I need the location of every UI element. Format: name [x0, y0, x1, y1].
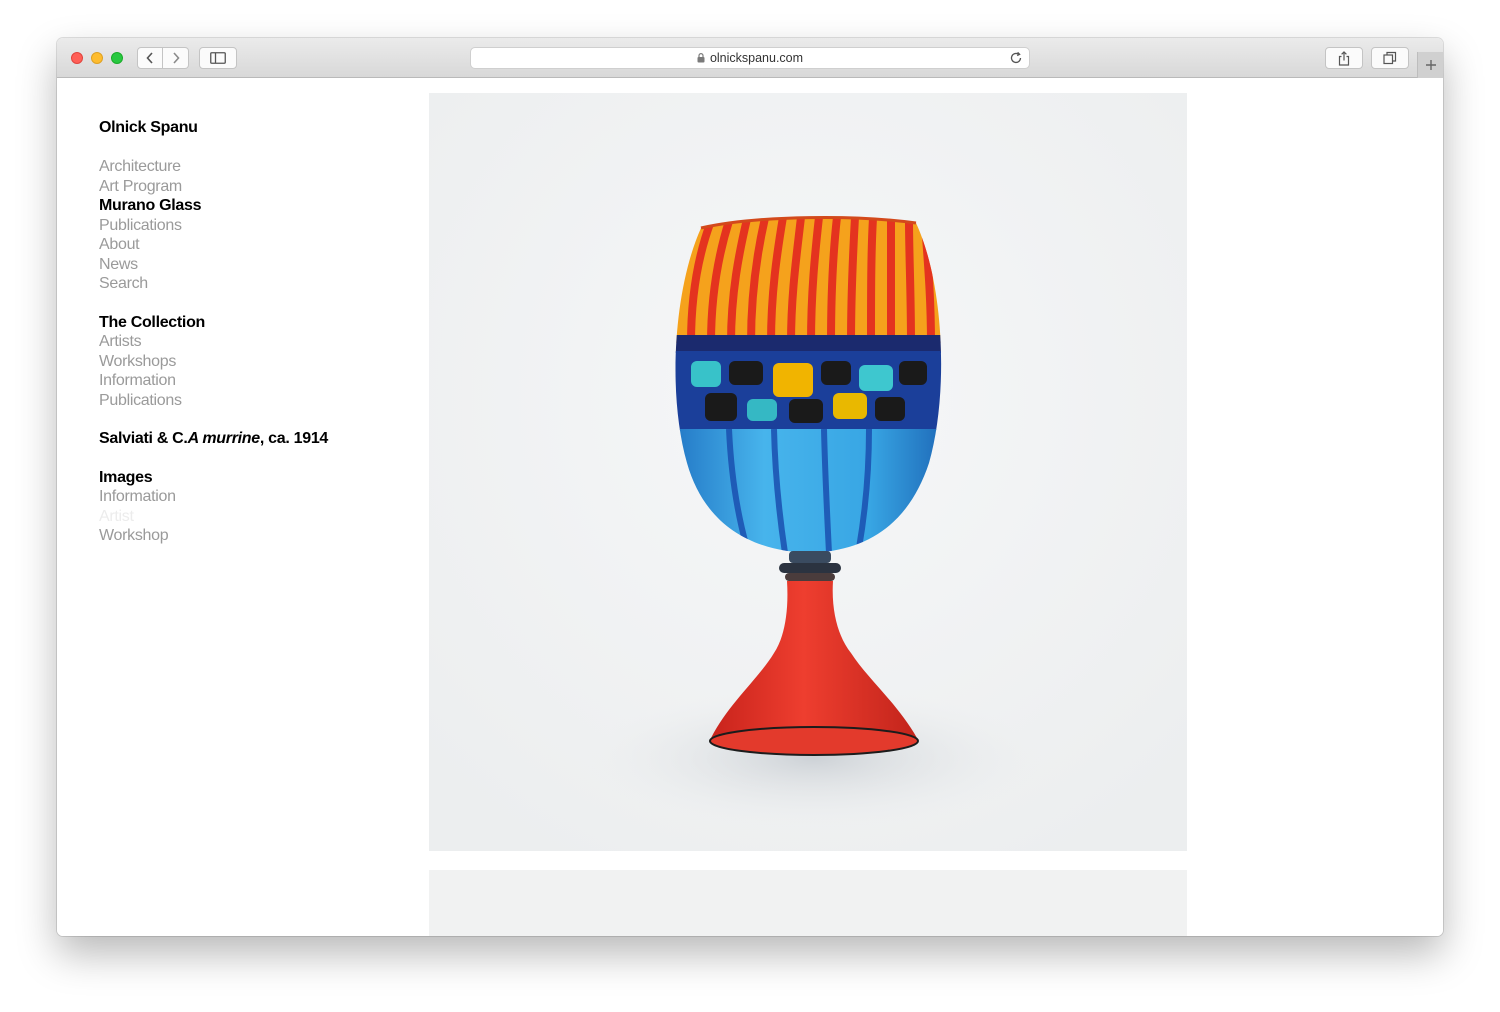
images-menu: Images Information Artist Workshop — [99, 468, 399, 546]
reload-icon[interactable] — [1009, 51, 1023, 68]
page-content: Olnick Spanu Architecture Art Program Mu… — [57, 78, 1443, 936]
collection-item-artists[interactable]: Artists — [99, 332, 399, 352]
collection-item-information[interactable]: Information — [99, 371, 399, 391]
nav-item-news[interactable]: News — [99, 255, 399, 275]
nav-item-publications[interactable]: Publications — [99, 216, 399, 236]
site-title-link[interactable]: Olnick Spanu — [99, 118, 399, 138]
object-name: A murrine — [187, 430, 261, 447]
zoom-window-button[interactable] — [111, 52, 123, 64]
browser-toolbar: olnickspanu.com — [57, 38, 1443, 78]
object-heading: Salviati & C.A murrine, ca. 1914 — [99, 429, 399, 449]
minimize-window-button[interactable] — [91, 52, 103, 64]
plus-icon — [1425, 60, 1436, 70]
nav-item-about[interactable]: About — [99, 235, 399, 255]
sidebar-toggle-button[interactable] — [199, 47, 237, 69]
tabs-icon — [1383, 51, 1397, 65]
browser-window: olnickspanu.com Olnick Spanu Architectur… — [57, 38, 1443, 936]
forward-icon — [172, 52, 180, 64]
sidebar-icon — [210, 52, 226, 64]
product-photo-next[interactable] — [429, 870, 1187, 936]
nav-item-murano-glass[interactable]: Murano Glass — [99, 196, 399, 216]
main-menu: Architecture Art Program Murano Glass Pu… — [99, 157, 399, 294]
address-bar[interactable]: olnickspanu.com — [470, 47, 1030, 69]
product-photo-goblet[interactable] — [429, 93, 1187, 851]
collection-heading[interactable]: The Collection — [99, 313, 399, 333]
back-button[interactable] — [137, 47, 163, 69]
images-item-workshop[interactable]: Workshop — [99, 526, 399, 546]
nav-item-art-program[interactable]: Art Program — [99, 177, 399, 197]
object-date: , ca. 1914 — [259, 430, 329, 447]
object-maker: Salviati & C. — [99, 430, 188, 447]
nav-item-architecture[interactable]: Architecture — [99, 157, 399, 177]
nav-item-search[interactable]: Search — [99, 274, 399, 294]
share-icon — [1338, 50, 1350, 66]
share-button[interactable] — [1325, 47, 1363, 69]
show-tabs-button[interactable] — [1371, 47, 1409, 69]
images-item-information[interactable]: Information — [99, 487, 399, 507]
new-tab-button[interactable] — [1417, 52, 1443, 78]
close-window-button[interactable] — [71, 52, 83, 64]
collection-item-publications[interactable]: Publications — [99, 391, 399, 411]
forward-button[interactable] — [163, 47, 189, 69]
collection-item-workshops[interactable]: Workshops — [99, 352, 399, 372]
site-navigation: Olnick Spanu Architecture Art Program Mu… — [99, 118, 399, 546]
lock-icon — [697, 53, 705, 63]
object-title: Salviati & C.A murrine, ca. 1914 — [99, 429, 399, 449]
collection-menu: The Collection Artists Workshops Informa… — [99, 313, 399, 411]
images-item-artist[interactable]: Artist — [99, 507, 399, 527]
murrine-goblet-illustration — [429, 93, 1187, 851]
back-icon — [146, 52, 153, 64]
images-heading[interactable]: Images — [99, 468, 399, 488]
url-text: olnickspanu.com — [709, 51, 804, 65]
